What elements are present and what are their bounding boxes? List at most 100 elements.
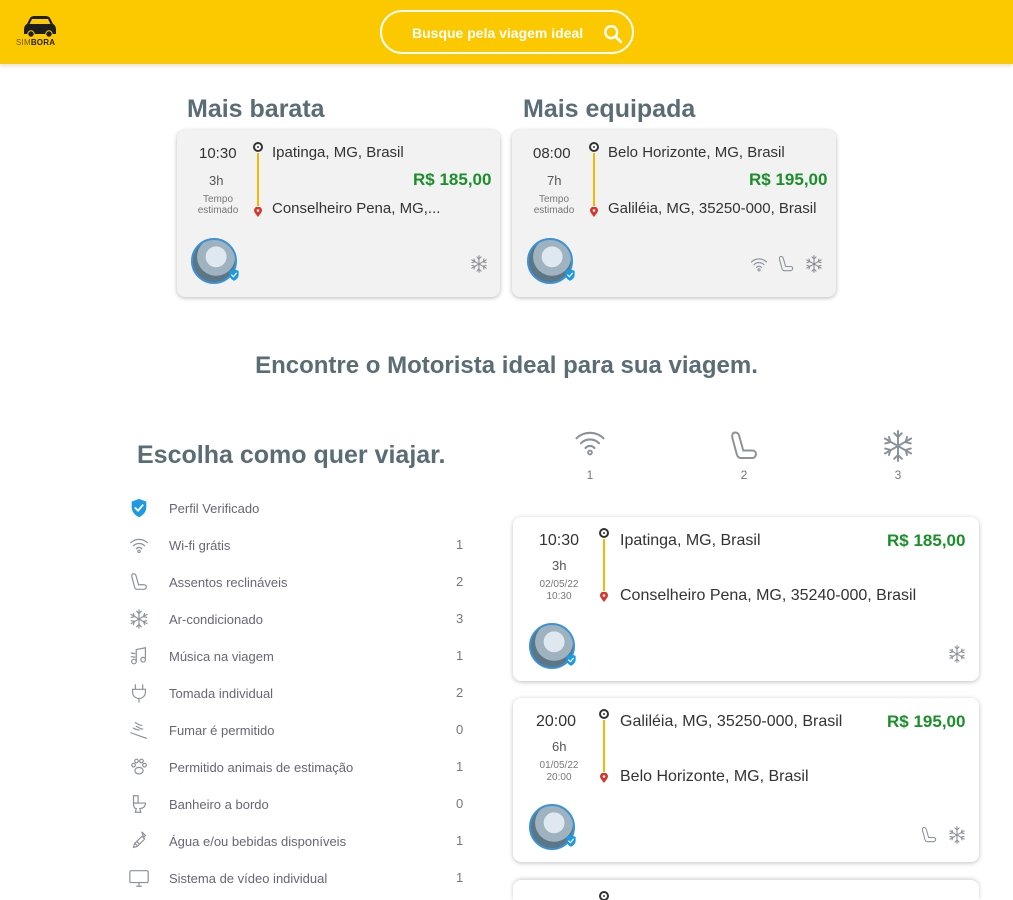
filter-count: 3: [456, 611, 464, 626]
seat-icon[interactable]: [726, 428, 762, 464]
origin-marker: [589, 142, 599, 152]
paw-icon: [128, 756, 150, 778]
cheapest-title: Mais barata: [187, 95, 325, 123]
filter-pets[interactable]: Permitido animais de estimação 1: [128, 756, 468, 780]
route-line: [257, 153, 259, 206]
duration-label: Tempo estimado: [197, 194, 239, 216]
trip-duration: 3h: [552, 558, 567, 573]
snowflake-icon: [947, 644, 967, 664]
destination-city: Conselheiro Pena, MG, 35240-000, Brasil: [620, 587, 917, 604]
search-icon[interactable]: [602, 23, 624, 45]
origin-city: Ipatinga, MG, Brasil: [620, 532, 761, 549]
seat-count: 2: [740, 468, 748, 482]
cheapest-trip-card[interactable]: 10:30 3h Tempo estimado Ipatinga, MG, Br…: [177, 130, 500, 297]
filter-label: Água e/ou bebidas disponíveis: [169, 834, 347, 849]
destination-city: Conselheiro Pena, MG,...: [272, 200, 441, 217]
search-box[interactable]: Busque pela viagem ideal: [380, 10, 634, 54]
logo-prefix: SIM: [16, 38, 31, 47]
search-placeholder[interactable]: Busque pela viagem ideal: [412, 25, 583, 41]
departure-time: 10:30: [539, 532, 580, 549]
route-line: [603, 539, 605, 591]
trip-duration: 6h: [552, 739, 567, 754]
snowflake-icon[interactable]: [880, 428, 916, 464]
filter-wifi[interactable]: Wi-fi grátis 1: [128, 534, 468, 558]
filter-video-system[interactable]: Sistema de vídeo individual 1: [128, 867, 468, 891]
destination-pin-icon: [590, 207, 598, 217]
verified-badge-icon: [227, 268, 241, 282]
trip-price: R$ 185,00: [413, 170, 492, 189]
departure-time: 20:00: [536, 713, 577, 730]
destination-pin-icon: [600, 773, 608, 783]
find-driver-title: Encontre o Motorista ideal para sua viag…: [255, 352, 758, 379]
wifi-icon[interactable]: [572, 424, 608, 460]
filter-restroom[interactable]: Banheiro a bordo 0: [128, 793, 468, 817]
plug-icon: [128, 682, 150, 704]
trip-duration: 3h: [209, 173, 224, 188]
wifi-count: 1: [586, 468, 594, 482]
filter-count: 2: [456, 574, 464, 589]
trip-price: R$ 195,00: [887, 712, 966, 731]
bottle-icon: [128, 830, 150, 852]
filter-smoking[interactable]: Fumar é permitido 0: [128, 719, 468, 743]
origin-marker: [599, 891, 609, 900]
filter-label: Wi-fi grátis: [169, 538, 231, 553]
filter-reclining-seats[interactable]: Assentos reclináveis 2: [128, 571, 468, 595]
filter-label: Banheiro a bordo: [169, 797, 269, 812]
origin-marker: [599, 709, 609, 719]
filter-count: 1: [456, 537, 464, 552]
snowflake-count: 3: [894, 468, 902, 482]
filter-verified-profile[interactable]: Perfil Verificado: [128, 497, 468, 521]
filter-label: Perfil Verificado: [169, 501, 260, 516]
filter-air-conditioning[interactable]: Ar-condicionado 3: [128, 608, 468, 632]
verified-shield-icon: [128, 497, 150, 519]
route-line: [603, 720, 605, 772]
trip-card[interactable]: 10:30 3h 02/05/22 10:30 Ipatinga, MG, Br…: [513, 517, 979, 681]
trip-card[interactable]: [513, 880, 979, 900]
filter-count: 1: [456, 648, 464, 663]
origin-city: Ipatinga, MG, Brasil: [272, 144, 404, 161]
destination-pin-icon: [254, 207, 262, 217]
filter-power-outlet[interactable]: Tomada individual 2: [128, 682, 468, 706]
smoking-icon: [128, 719, 150, 741]
logo[interactable]: SIMBORA: [14, 12, 66, 52]
top-bar: SIMBORA Busque pela viagem ideal: [0, 0, 1013, 64]
trip-date-time: 10:30: [546, 591, 572, 602]
verified-badge-icon: [564, 653, 578, 667]
filter-count: 1: [456, 833, 464, 848]
destination-city: Galiléia, MG, 35250-000, Brasil: [608, 200, 817, 217]
wifi-icon: [128, 534, 150, 556]
filter-count: 0: [456, 796, 464, 811]
snowflake-icon: [947, 825, 967, 845]
monitor-icon: [128, 867, 150, 889]
most-equipped-title: Mais equipada: [523, 95, 696, 123]
trip-date: 01/05/22: [539, 760, 579, 771]
trip-price: R$ 185,00: [887, 531, 966, 550]
trip-duration: 7h: [547, 173, 562, 188]
destination-pin-icon: [600, 592, 608, 602]
route-line: [593, 153, 595, 206]
filters-title: Escolha como quer viajar.: [137, 441, 446, 469]
filter-label: Tomada individual: [169, 686, 274, 701]
trip-date: 02/05/22: [539, 579, 579, 590]
departure-time: 08:00: [533, 145, 571, 162]
seat-icon: [776, 254, 796, 274]
duration-label: Tempo estimado: [533, 194, 575, 216]
filter-label: Permitido animais de estimação: [169, 760, 354, 775]
seat-icon: [919, 825, 939, 845]
filter-count: 1: [456, 759, 464, 774]
filter-label: Fumar é permitido: [169, 723, 275, 738]
car-icon: [24, 16, 56, 38]
filter-count: 0: [456, 722, 464, 737]
snowflake-icon: [469, 254, 489, 274]
trip-card[interactable]: 20:00 6h 01/05/22 20:00 Galiléia, MG, 35…: [513, 698, 979, 862]
origin-city: Galiléia, MG, 35250-000, Brasil: [620, 713, 843, 730]
filter-music[interactable]: Música na viagem 1: [128, 645, 468, 669]
most-equipped-trip-card[interactable]: 08:00 7h Tempo estimado Belo Horizonte, …: [512, 130, 836, 297]
filter-drinks[interactable]: Água e/ou bebidas disponíveis 1: [128, 830, 468, 854]
verified-badge-icon: [564, 834, 578, 848]
filter-count: 1: [456, 870, 464, 885]
music-icon: [128, 645, 150, 667]
filter-label: Ar-condicionado: [169, 612, 263, 627]
trip-price: R$ 195,00: [749, 170, 828, 189]
origin-marker: [253, 142, 263, 152]
